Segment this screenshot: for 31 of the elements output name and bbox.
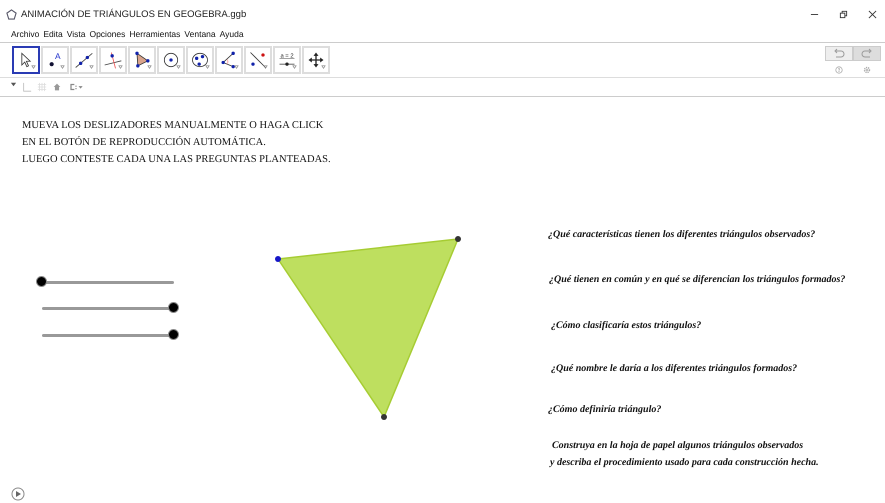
instruction-text: MUEVA LOS DESLIZADORES MANUALMENTE O HAGA CLICK — [22, 119, 324, 133]
question-text: ¿Cómo clasificaría estos triángulos? — [551, 320, 702, 331]
task-text: y describa el procedimiento usado para cada construcción hecha. — [550, 456, 819, 470]
slider-thumb[interactable] — [168, 302, 179, 313]
tool-button[interactable] — [12, 46, 40, 74]
restore-icon[interactable] — [839, 10, 848, 18]
line-point-icon — [248, 49, 268, 71]
question-text: ¿Cómo definiría triángulo? — [548, 404, 662, 415]
menu-item[interactable]: Ventana — [184, 29, 216, 39]
menu-item[interactable]: Opciones — [89, 29, 126, 39]
menu-item[interactable]: Ayuda — [220, 29, 244, 39]
tool-button[interactable]: A — [41, 46, 69, 74]
window-title: ANIMACIÓN DE TRIÁNGULOS EN GEOGEBRA.ggb — [21, 8, 246, 20]
slider-thumb[interactable] — [36, 276, 47, 287]
menu-item[interactable]: Vista — [66, 29, 86, 39]
play-icon[interactable] — [11, 487, 25, 501]
question-text: ¿Qué tienen en común y en qué se diferencian los triángulos formados? — [549, 274, 846, 285]
question-text: ¿Qué características tienen los diferentes triángulos observados? — [548, 229, 816, 240]
question-text: ¿Qué nombre le daría a los diferentes triángulos formados? — [551, 363, 798, 374]
instruction-text: LUEGO CONTESTE CADA UNA LAS PREGUNTAS PLANTEADAS. — [22, 153, 331, 167]
task-text: Construya en la hoja de papel algunos triángulos observados — [551, 439, 804, 453]
caret-icon[interactable] — [10, 81, 17, 88]
close-icon[interactable] — [868, 10, 877, 18]
app-icon — [6, 8, 17, 20]
slider-thumb[interactable] — [168, 329, 179, 340]
menu-item[interactable]: Edita — [43, 29, 63, 39]
menu-item[interactable]: Archivo — [11, 29, 40, 39]
home-icon[interactable] — [52, 82, 62, 92]
menu-item[interactable]: Herramientas — [129, 29, 180, 39]
angle-icon — [219, 49, 239, 71]
instruction-text: EN EL BOTÓN DE REPRODUCCIÓN AUTOMÁTICA. — [22, 135, 267, 150]
